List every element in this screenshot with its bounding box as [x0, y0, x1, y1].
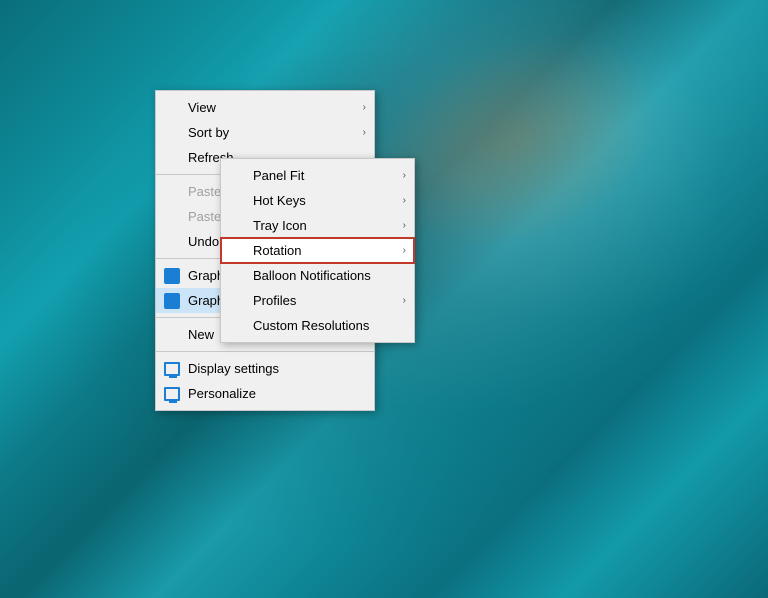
paste-label: Paste [188, 184, 221, 199]
submenu-item-custom-resolutions[interactable]: Custom Resolutions [221, 313, 414, 338]
personalize-label: Personalize [188, 386, 256, 401]
profiles-label: Profiles [253, 293, 296, 308]
rotation-arrow: › [403, 245, 406, 256]
tray-icon-label: Tray Icon [253, 218, 307, 233]
submenu-item-hot-keys[interactable]: Hot Keys › [221, 188, 414, 213]
menu-item-display-settings[interactable]: Display settings [156, 356, 374, 381]
view-label: View [188, 100, 216, 115]
menu-item-sort-by[interactable]: Sort by › [156, 120, 374, 145]
panel-fit-arrow: › [403, 170, 406, 181]
sort-by-label: Sort by [188, 125, 229, 140]
graphics-options-icon [162, 291, 182, 311]
new-label: New [188, 327, 214, 342]
balloon-notifications-label: Balloon Notifications [253, 268, 371, 283]
submenu-item-rotation[interactable]: Rotation › [221, 238, 414, 263]
menu-item-view[interactable]: View › [156, 95, 374, 120]
panel-fit-label: Panel Fit [253, 168, 304, 183]
divider-4 [156, 351, 374, 352]
tray-icon-arrow: › [403, 220, 406, 231]
hot-keys-arrow: › [403, 195, 406, 206]
sort-by-arrow: › [363, 127, 366, 138]
display-settings-label: Display settings [188, 361, 279, 376]
submenu-item-panel-fit[interactable]: Panel Fit › [221, 163, 414, 188]
view-arrow: › [363, 102, 366, 113]
submenu-item-profiles[interactable]: Profiles › [221, 288, 414, 313]
submenu-item-tray-icon[interactable]: Tray Icon › [221, 213, 414, 238]
graphics-properties-icon [162, 266, 182, 286]
menu-item-personalize[interactable]: Personalize [156, 381, 374, 406]
profiles-arrow: › [403, 295, 406, 306]
custom-resolutions-label: Custom Resolutions [253, 318, 369, 333]
display-settings-icon [162, 359, 182, 379]
personalize-icon [162, 384, 182, 404]
rotation-label: Rotation [253, 243, 301, 258]
graphics-options-submenu: Panel Fit › Hot Keys › Tray Icon › Rotat… [220, 158, 415, 343]
submenu-container: Panel Fit › Hot Keys › Tray Icon › Rotat… [220, 158, 415, 343]
submenu-item-balloon-notifications[interactable]: Balloon Notifications [221, 263, 414, 288]
hot-keys-label: Hot Keys [253, 193, 306, 208]
